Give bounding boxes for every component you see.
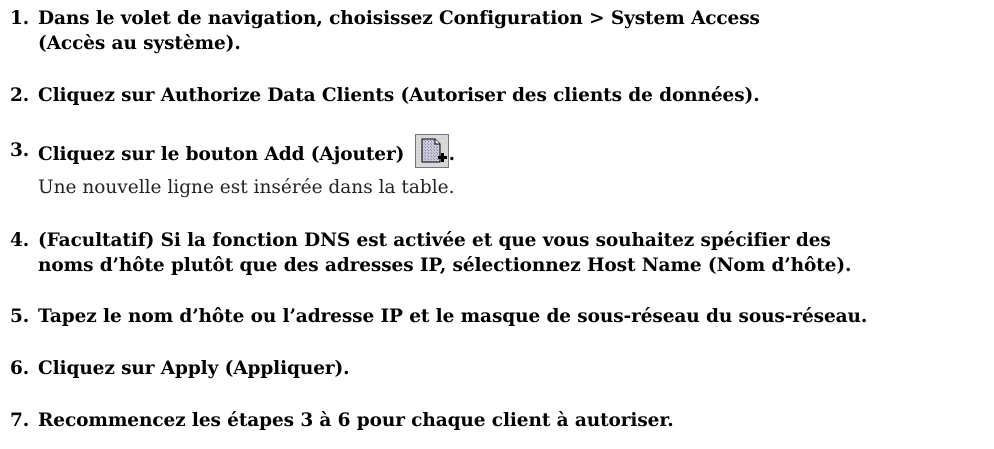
step-text: Cliquez sur Apply (Appliquer). [38, 358, 350, 379]
step-text: Cliquez sur Authorize Data Clients (Auto… [38, 85, 760, 106]
step-number: 5. [10, 306, 30, 327]
step-number: 4. [10, 230, 30, 251]
step-text-continued: noms d’hôte plutôt que des adresses IP, … [38, 255, 852, 276]
step-7: 7. Recommencez les étapes 3 à 6 pour cha… [10, 408, 985, 433]
step-text: (Facultatif) Si la fonction DNS est acti… [38, 230, 831, 251]
step-3: 3. Cliquez sur le bouton Add (Ajouter) . [10, 134, 985, 172]
step-text: Dans le volet de navigation, choisissez … [38, 8, 760, 29]
add-row-icon [414, 134, 449, 168]
step-text-continued: (Accès au système). [38, 33, 241, 54]
step-number: 1. [10, 8, 30, 29]
step-number: 7. [10, 410, 30, 431]
step-text: Recommencez les étapes 3 à 6 pour chaque… [38, 410, 674, 431]
step-1: 1. Dans le volet de navigation, choisiss… [10, 6, 985, 56]
step-number: 3. [10, 140, 30, 161]
step-suffix: . [448, 144, 455, 165]
step-text: Tapez le nom d’hôte ou l’adresse IP et l… [38, 306, 868, 327]
step-number: 2. [10, 85, 30, 106]
step-3-note: Une nouvelle ligne est insérée dans la t… [38, 177, 455, 198]
step-5: 5. Tapez le nom d’hôte ou l’adresse IP e… [10, 304, 985, 329]
step-text: Cliquez sur le bouton Add (Ajouter) [38, 144, 405, 165]
step-4: 4. (Facultatif) Si la fonction DNS est a… [10, 228, 985, 278]
step-2: 2. Cliquez sur Authorize Data Clients (A… [10, 83, 985, 108]
step-6: 6. Cliquez sur Apply (Appliquer). [10, 356, 985, 381]
step-number: 6. [10, 358, 30, 379]
